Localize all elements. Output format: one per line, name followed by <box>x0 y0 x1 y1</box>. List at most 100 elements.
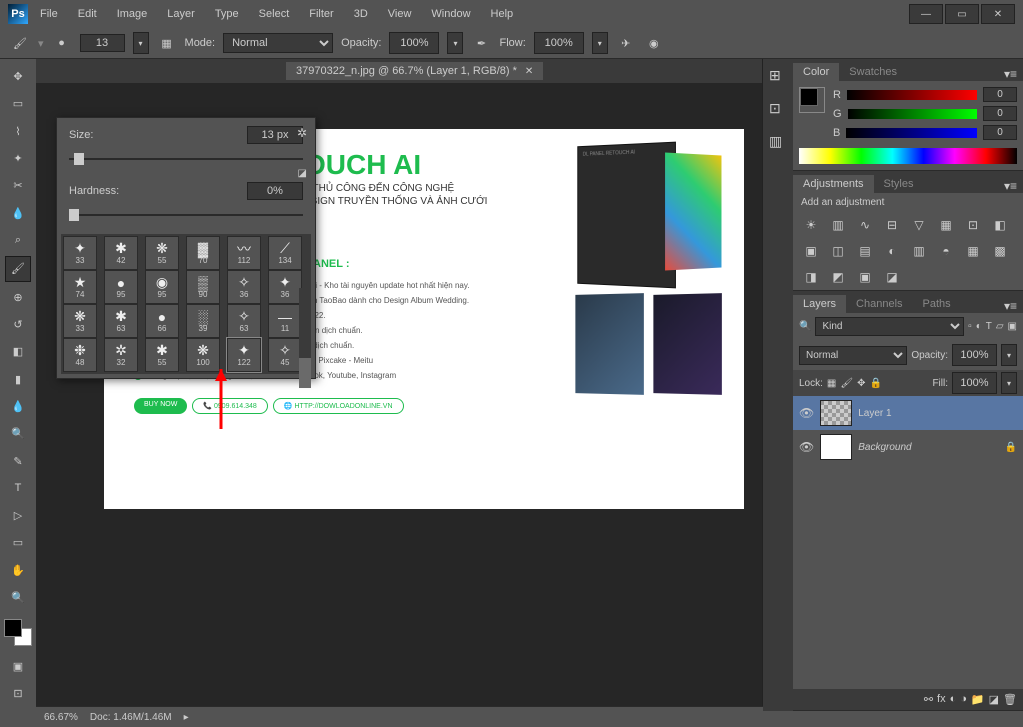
brush-size-dropdown[interactable]: ▾ <box>133 32 149 54</box>
adj-lookup-icon[interactable]: ▤ <box>855 242 875 260</box>
menu-file[interactable]: File <box>32 4 66 24</box>
adj-photo-icon[interactable]: ▣ <box>801 242 821 260</box>
brush-size-field[interactable] <box>80 34 125 52</box>
menu-edit[interactable]: Edit <box>70 4 105 24</box>
flow-field[interactable] <box>534 32 584 54</box>
brush-preset[interactable]: ✱63 <box>104 304 138 338</box>
adj-curves-icon[interactable]: ∿ <box>855 216 875 234</box>
new-brush-icon[interactable]: ◪ <box>298 168 307 179</box>
adj-hue-icon[interactable]: ▦ <box>936 216 956 234</box>
opacity-dropdown[interactable]: ▾ <box>447 32 463 54</box>
adj-selective-icon[interactable]: ▩ <box>990 242 1010 260</box>
adj-exposure-icon[interactable]: ⊟ <box>882 216 902 234</box>
delete-layer-icon[interactable]: 🗑 <box>1003 693 1017 706</box>
visibility-icon[interactable]: 👁 <box>799 406 814 420</box>
brush-panel-toggle[interactable]: ▦ <box>157 33 177 53</box>
gradient-tool[interactable]: ▮ <box>6 367 30 390</box>
brush-preset[interactable]: ❋100 <box>186 338 220 372</box>
opacity-field[interactable] <box>389 32 439 54</box>
brush-scrollbar[interactable] <box>299 288 311 374</box>
lock-icon[interactable]: 🔒 <box>1005 442 1017 453</box>
brush-preset[interactable]: ❉48 <box>63 338 97 372</box>
brush-preset[interactable]: ░39 <box>186 304 220 338</box>
panel-menu-icon[interactable]: ▾≡ <box>998 179 1023 193</box>
hand-tool[interactable]: ✋ <box>6 559 30 582</box>
filter-adj-icon[interactable]: ◐ <box>976 321 982 332</box>
close-button[interactable]: ✕ <box>981 4 1015 24</box>
group-icon[interactable]: 📁 <box>971 693 985 706</box>
brush-preset[interactable]: ●66 <box>145 304 179 338</box>
new-layer-icon[interactable]: ◪ <box>989 693 999 706</box>
tab-swatches[interactable]: Swatches <box>839 63 907 81</box>
adj-mixer-icon[interactable]: ◫ <box>828 242 848 260</box>
pressure-size-icon[interactable]: ◉ <box>644 33 664 53</box>
pen-tool[interactable]: ✎ <box>6 449 30 472</box>
history-brush-tool[interactable]: ↺ <box>6 313 30 336</box>
menu-3d[interactable]: 3D <box>346 4 376 24</box>
menu-select[interactable]: Select <box>251 4 298 24</box>
layer-opacity-field[interactable] <box>952 344 997 366</box>
brush-preset[interactable]: ▓70 <box>186 236 220 270</box>
fill-adj-icon[interactable]: ◑ <box>960 693 967 706</box>
brush-preset[interactable]: ❋33 <box>63 304 97 338</box>
screenmode-tool[interactable]: ⊡ <box>6 682 30 705</box>
fill-dropdown[interactable]: ▾ <box>1001 372 1017 394</box>
tab-styles[interactable]: Styles <box>874 175 924 193</box>
eyedropper-tool[interactable]: 💧 <box>6 202 30 225</box>
panel-menu-icon[interactable]: ▾≡ <box>998 299 1023 313</box>
menu-view[interactable]: View <box>380 4 420 24</box>
adj-vibrance-icon[interactable]: ▽ <box>909 216 929 234</box>
lasso-tool[interactable]: ⌇ <box>6 120 30 143</box>
brush-tool[interactable]: 🖌 <box>5 256 31 281</box>
blend-mode-select[interactable]: Normal <box>223 33 333 53</box>
foreground-swatch[interactable] <box>4 619 22 637</box>
menu-layer[interactable]: Layer <box>159 4 203 24</box>
blur-tool[interactable]: 💧 <box>6 395 30 418</box>
adj-brightness-icon[interactable]: ☀ <box>801 216 821 234</box>
brush-preset[interactable]: ✧45 <box>268 338 302 372</box>
brush-preset[interactable]: ✦122 <box>227 338 261 372</box>
color-swatches[interactable] <box>4 619 32 646</box>
layer-thumbnail[interactable] <box>820 400 852 426</box>
lock-pos-icon[interactable]: ✥ <box>857 378 865 389</box>
opacity-dropdown[interactable]: ▾ <box>1001 344 1017 366</box>
brush-preset[interactable]: ▒90 <box>186 270 220 304</box>
r-value[interactable]: 0 <box>983 87 1017 102</box>
blend-mode-select[interactable]: Normal <box>799 346 907 365</box>
flow-dropdown[interactable]: ▾ <box>592 32 608 54</box>
brush-preset[interactable]: 〰112 <box>227 236 261 270</box>
brush-preset[interactable]: ✱55 <box>145 338 179 372</box>
zoom-level[interactable]: 66.67% <box>44 712 78 723</box>
g-value[interactable]: 0 <box>983 106 1017 121</box>
b-slider[interactable] <box>846 128 977 138</box>
menu-type[interactable]: Type <box>207 4 247 24</box>
tab-adjustments[interactable]: Adjustments <box>793 175 874 193</box>
adj-icon-1[interactable]: ◨ <box>801 268 821 286</box>
adj-threshold-icon[interactable]: ◓ <box>936 242 956 260</box>
zoom-tool[interactable]: 🔍 <box>6 586 30 609</box>
crop-tool[interactable]: ✂ <box>6 174 30 197</box>
menu-window[interactable]: Window <box>423 4 478 24</box>
panel-menu-icon[interactable]: ▾≡ <box>998 67 1023 81</box>
shape-tool[interactable]: ▭ <box>6 531 30 554</box>
tab-color[interactable]: Color <box>793 63 839 81</box>
size-slider[interactable] <box>69 152 303 166</box>
brush-preset[interactable]: ✲32 <box>104 338 138 372</box>
pressure-opacity-icon[interactable]: ✒ <box>471 33 491 53</box>
filter-img-icon[interactable]: ▫ <box>968 321 972 332</box>
quickmask-tool[interactable]: ▣ <box>6 654 30 677</box>
filter-smart-icon[interactable]: ▣ <box>1008 321 1017 332</box>
layer-name[interactable]: Background <box>858 442 911 453</box>
brush-preset[interactable]: ✱42 <box>104 236 138 270</box>
brush-preset[interactable]: ●95 <box>104 270 138 304</box>
adj-gradient-icon[interactable]: ▦ <box>963 242 983 260</box>
document-tab[interactable]: 37970322_n.jpg @ 66.7% (Layer 1, RGB/8) … <box>286 62 543 80</box>
brush-preset[interactable]: ✧63 <box>227 304 261 338</box>
path-tool[interactable]: ▷ <box>6 504 30 527</box>
layer-filter-select[interactable]: Kind <box>815 317 964 336</box>
move-tool[interactable]: ✥ <box>6 65 30 88</box>
collapsed-dock[interactable]: ⊞ ⊡ ▥ <box>762 59 793 711</box>
marquee-tool[interactable]: ▭ <box>6 92 30 115</box>
adj-invert-icon[interactable]: ◐ <box>882 242 902 260</box>
adj-poster-icon[interactable]: ▥ <box>909 242 929 260</box>
